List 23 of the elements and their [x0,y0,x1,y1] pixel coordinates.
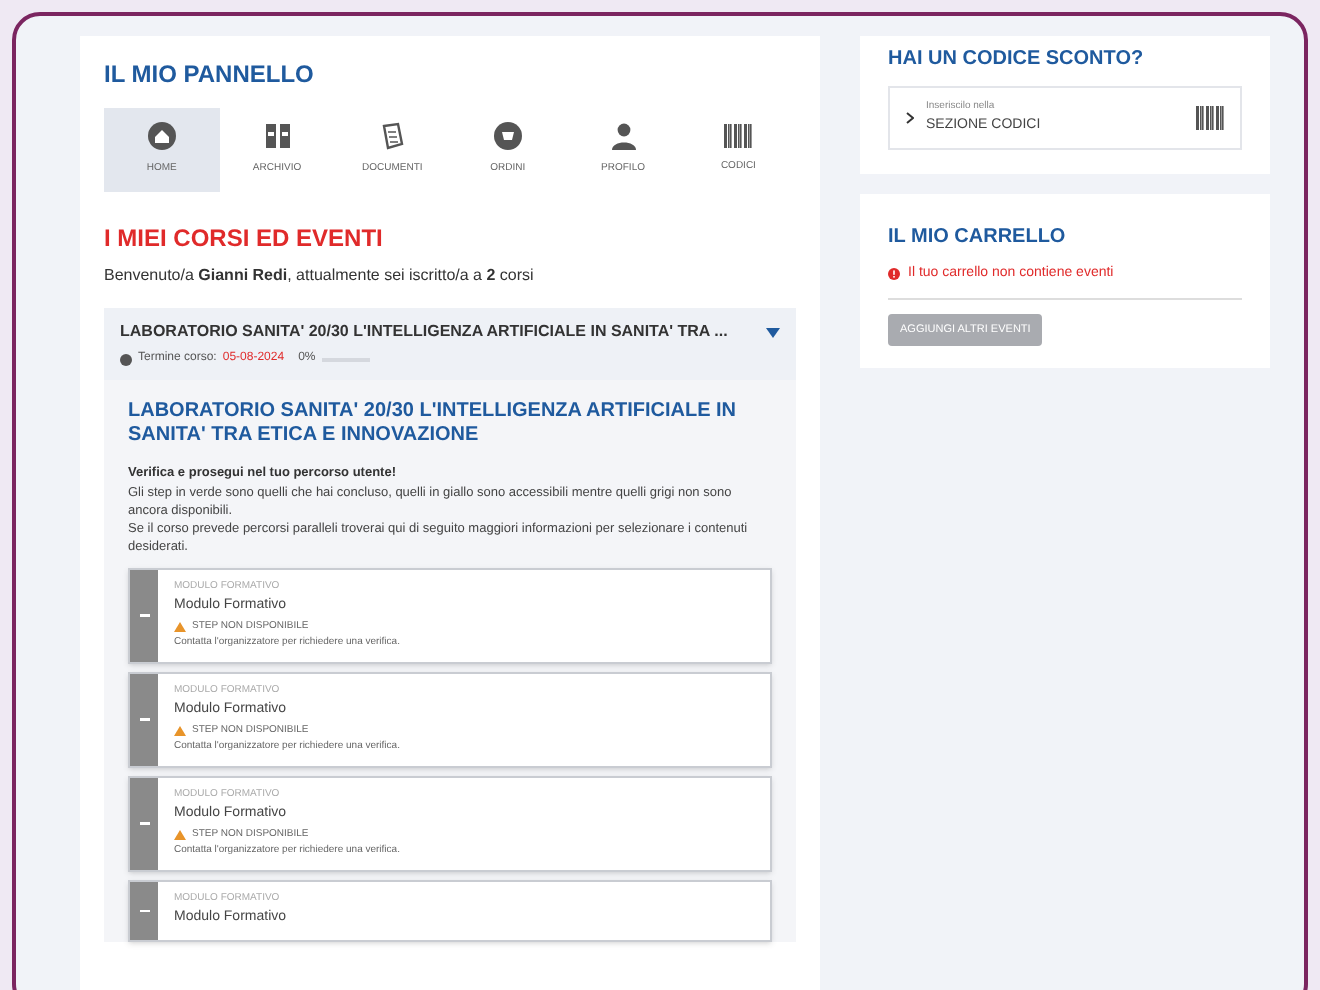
minus-icon [139,718,149,721]
alert-icon [888,268,900,281]
warning-icon [174,830,186,840]
warning-icon [174,726,186,736]
panel-title: IL MIO PANNELLO [104,58,316,92]
welcome-text: Benvenuto/a Gianni Redi, attualmente sei iscritto/a a 2 corsi [104,264,536,288]
minus-icon [139,614,149,617]
discount-title: HAI UN CODICE SCONTO? [888,46,1146,74]
minus-icon [139,822,149,825]
warning-icon [174,622,186,632]
barcode-icon [1196,106,1224,130]
chevron-icon [906,112,914,124]
barcode-icon [724,124,753,149]
user-icon [609,122,638,151]
cart-title: IL MIO CARRELLO [888,224,1068,252]
cart-icon [493,122,522,151]
minus-icon [139,909,149,912]
section-title: I MIEI CORSI ED EVENTI [104,222,385,256]
course-header-title: LABORATORIO SANITA' 20/30 L'INTELLIGENZA ARTIFICIALE IN SANITA' TRA ... [120,320,728,344]
document-icon [378,122,407,151]
home-icon [147,122,176,151]
course-title: LABORATORIO SANITA' 20/30 L'INTELLIGENZA ARTIFICIALE IN SANITA' TRA ETICA E INNOVAZIONE [128,400,739,448]
binders-icon [263,122,291,151]
